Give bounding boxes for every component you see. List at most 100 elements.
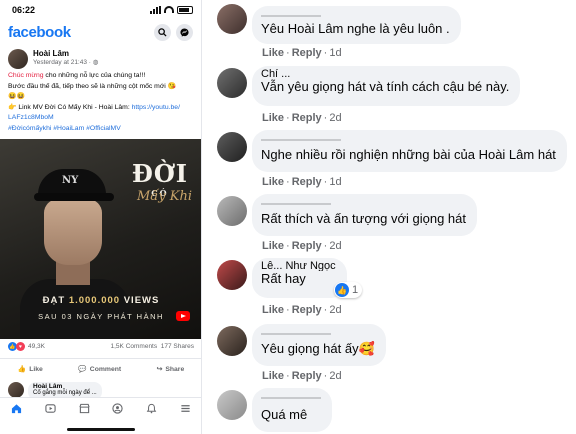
menu-icon[interactable] (173, 403, 197, 417)
video-icon[interactable] (38, 403, 62, 417)
comment-text: Quá mê (261, 407, 308, 422)
messenger-icon[interactable] (176, 23, 193, 41)
commenter-avatar[interactable] (217, 260, 247, 290)
hashtags[interactable]: #Đờicómấykhi #HoaiLam #OfficialMV (8, 124, 193, 135)
comment-reply-link[interactable]: Reply (292, 240, 322, 252)
comment-reply-link[interactable]: Reply (292, 370, 322, 382)
comments-count[interactable]: 1,5K Comments (111, 343, 158, 350)
shares-count[interactable]: 177 Shares (161, 343, 194, 350)
comment-like-link[interactable]: Like (262, 370, 284, 382)
post-time: Yesterday at 21:43 · ◍ (33, 59, 99, 66)
comments-list: Yêu Hoài Lâm nghe là yêu luôn . Like · Rep… (212, 0, 576, 434)
commenter-avatar[interactable] (217, 132, 247, 162)
groups-icon[interactable] (106, 403, 130, 417)
comment-age: 2d (329, 370, 342, 382)
search-icon[interactable] (154, 23, 171, 41)
comment-meta: Like · Reply · 1d (262, 47, 342, 59)
comment-reaction-badge[interactable]: 👍 1 (334, 282, 363, 298)
caption-highlight: Chúc mừng (8, 72, 44, 79)
youtube-icon (176, 311, 190, 321)
commenter-avatar[interactable] (217, 390, 247, 420)
facebook-logo: facebook (8, 23, 71, 41)
comment-meta: Like · Reply · 2d (262, 112, 342, 124)
wifi-icon (164, 6, 174, 13)
mv-link[interactable]: https://youtu.be/ (132, 104, 180, 111)
comment-like-link[interactable]: Like (262, 112, 284, 124)
comment-meta: Like · Reply · 2d (262, 304, 342, 316)
comment-bubble: Quá mê (252, 388, 332, 432)
comment-meta: Like · Reply · 2d (262, 240, 342, 252)
commenter-avatar[interactable] (217, 326, 247, 356)
release-note: SAU 03 NGÀY PHÁT HÀNH (38, 312, 164, 321)
mv-link-continued[interactable]: LAFz1c8MboM (8, 113, 193, 124)
comment-bubble: Nghe nhiều rồi nghiện những bài của Hoài… (252, 130, 567, 172)
comment-text: Rất hay (261, 271, 306, 286)
comment-text: Rất thích và ấn tượng với giọng hát (261, 211, 466, 226)
phone-screen: 06:22 facebook Hoài Lâm Yesterday at 21:… (0, 0, 202, 434)
comment-age: 1d (329, 47, 342, 59)
comment-like-link[interactable]: Like (262, 304, 284, 316)
globe-icon: ◍ (92, 59, 99, 66)
mv-title-script: Mấy Khi (137, 189, 192, 204)
comment-age: 2d (329, 304, 342, 316)
comment-like-link[interactable]: Like (262, 47, 284, 59)
bell-icon[interactable] (139, 403, 163, 417)
comment-icon: 💬 (78, 365, 87, 373)
reactions-count: 49,3K (28, 343, 45, 350)
comment-bubble: Lê... Như Ngọc Rất hay (252, 258, 347, 298)
reaction-count: 1 (352, 284, 359, 296)
home-indicator (67, 428, 135, 431)
like-reaction-icon: 👍 (335, 283, 349, 297)
comment-text: Yêu Hoài Lâm nghe là yêu luôn . (261, 21, 450, 36)
post-author[interactable]: Hoài Lâm (33, 49, 98, 58)
comment-reply-link[interactable]: Reply (292, 47, 322, 59)
app-header: facebook (0, 19, 201, 45)
post-image[interactable]: NY ĐỜI CÓ Mấy Khi ĐẠT 1.000.000 VIEWS SAU… (0, 139, 201, 339)
comment-meta: Like · Reply · 2d (262, 370, 342, 382)
comment-meta: Like · Reply · 1d (262, 176, 342, 188)
share-button[interactable]: ↪ Share (157, 365, 185, 373)
comment-bubble: Rất thích và ấn tượng với giọng hát (252, 194, 477, 236)
comment-age: 2d (329, 240, 342, 252)
share-icon: ↪ (156, 365, 163, 373)
post-caption: Chúc mừng cho những nỗ lực của chúng ta!… (0, 71, 201, 134)
comment-text: Nghe nhiều rồi nghiện những bài của Hoài… (261, 147, 556, 162)
home-icon[interactable] (5, 403, 29, 417)
commenter-name[interactable]: Chí ... (261, 69, 509, 79)
status-bar: 06:22 (0, 0, 201, 19)
commenter-name[interactable] (261, 327, 331, 335)
reaction-summary[interactable]: 👍 ♥ 49,3K (8, 342, 45, 351)
comment-button[interactable]: 💬 Comment (78, 365, 121, 373)
post-actions: 👍 Like 💬 Comment ↪ Share (0, 358, 201, 378)
commenter-name[interactable] (261, 197, 331, 205)
commenter-name[interactable] (261, 9, 321, 17)
author-avatar[interactable] (8, 49, 28, 69)
caption-line-3: 😆😆 (8, 93, 25, 100)
commenter-avatar (8, 382, 24, 398)
post-stats: 👍 ♥ 49,3K 1,5K Comments 177 Shares (0, 342, 201, 351)
comment-reply-link[interactable]: Reply (292, 304, 322, 316)
comment-bubble: Chí ... Vẫn yêu giọng hát và tính cách c… (252, 66, 521, 106)
commenter-avatar[interactable] (217, 196, 247, 226)
cap-logo: NY (62, 175, 79, 186)
comment-like-link[interactable]: Like (262, 176, 284, 188)
status-time: 06:22 (12, 4, 36, 15)
comment-like-link[interactable]: Like (262, 240, 284, 252)
commenter-name[interactable] (261, 391, 321, 399)
marketplace-icon[interactable] (72, 403, 96, 417)
commenter-avatar[interactable] (217, 68, 247, 98)
commenter-name[interactable]: Lê... Như Ngọc (261, 261, 336, 271)
like-button[interactable]: 👍 Like (18, 365, 43, 373)
caption-link-prefix: 👉 Link MV Đời Có Mấy Khi - Hoài Lâm: (8, 103, 132, 111)
commenter-avatar[interactable] (217, 4, 247, 34)
thumbs-up-icon: 👍 (17, 365, 27, 373)
comment-reply-link[interactable]: Reply (292, 112, 322, 124)
bottom-tab-bar (0, 397, 201, 422)
commenter-name[interactable] (261, 133, 341, 141)
comment-age: 2d (329, 112, 342, 124)
signal-icon (150, 5, 161, 14)
comment-age: 1d (329, 176, 342, 188)
comment-reply-link[interactable]: Reply (292, 176, 322, 188)
status-icons (150, 5, 193, 14)
love-reaction-icon: ♥ (16, 342, 25, 351)
